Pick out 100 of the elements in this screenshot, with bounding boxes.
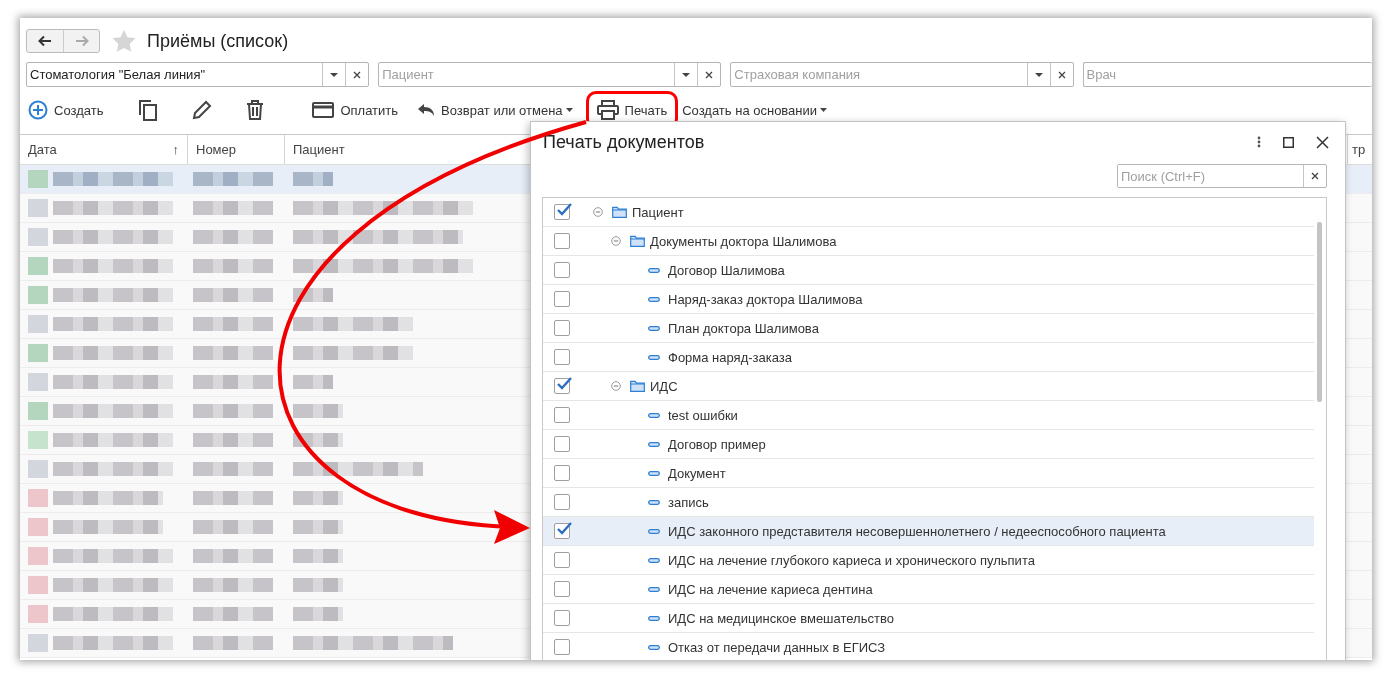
checkbox[interactable] xyxy=(554,320,570,336)
blurred-text xyxy=(293,491,343,505)
filter-input[interactable]: Стоматология "Белая линия" xyxy=(27,63,323,86)
tree-item-label: test ошибки xyxy=(668,407,738,423)
collapse-icon[interactable] xyxy=(611,381,621,391)
document-icon xyxy=(648,296,660,302)
blurred-text xyxy=(293,433,343,447)
folder-icon xyxy=(630,235,645,247)
pencil-icon xyxy=(192,100,213,120)
toolbar-button[interactable]: Создать на основании xyxy=(682,95,837,125)
folder-icon xyxy=(612,206,627,218)
document-icon xyxy=(648,267,660,273)
maximize-icon[interactable] xyxy=(1283,136,1294,148)
toolbar-button[interactable]: Возврат или отмена xyxy=(417,95,582,125)
document-icon xyxy=(648,644,660,650)
star-icon[interactable] xyxy=(112,30,136,52)
column-header[interactable]: Дата ↑ xyxy=(20,135,188,164)
tree-item-label: Форма наряд-заказа xyxy=(668,349,792,365)
tree-row[interactable]: ИДС законного представителя несовершеннолетнего / недееспособного пациента xyxy=(543,517,1314,546)
checkbox[interactable] xyxy=(554,204,570,220)
checkbox[interactable] xyxy=(554,610,570,626)
tree-row[interactable]: Договор пример xyxy=(543,430,1314,459)
tree-row[interactable]: Договор Шалимова xyxy=(543,256,1314,285)
blurred-text xyxy=(293,607,343,621)
filter-input[interactable]: Страховая компания xyxy=(731,63,1027,86)
plus-icon xyxy=(28,100,48,120)
blurred-text xyxy=(293,520,343,534)
toolbar-button[interactable]: Оплатить xyxy=(312,95,408,125)
forward-arrow-icon xyxy=(74,35,89,47)
checkbox[interactable] xyxy=(554,349,570,365)
collapse-icon[interactable] xyxy=(611,236,621,246)
tree-item-label: ИДС на лечение глубокого кариеса и хронического пульпита xyxy=(668,552,1035,568)
filter-field[interactable]: Пациент xyxy=(378,62,722,87)
tree-item-label: Отказ от передачи данных в ЕГИСЗ xyxy=(668,639,886,655)
collapse-icon[interactable] xyxy=(593,207,603,217)
tree-item-label: Пациент xyxy=(632,204,684,220)
filter-input[interactable]: Врач xyxy=(1083,63,1372,86)
tree-item-label: ИДС на медицинское вмешательство xyxy=(668,610,894,626)
document-icon xyxy=(648,557,660,563)
tree-item-label: Договор пример xyxy=(668,436,766,452)
checkbox[interactable] xyxy=(554,523,570,539)
checkbox[interactable] xyxy=(554,494,570,510)
column-header[interactable]: тр xyxy=(1348,135,1372,164)
toolbar-button[interactable]: Печать xyxy=(592,94,672,126)
document-icon xyxy=(648,470,660,476)
tree-row[interactable]: Отказ от передачи данных в ЕГИСЗ xyxy=(543,633,1314,660)
tree-row[interactable]: План доктора Шалимова xyxy=(543,314,1314,343)
blurred-text xyxy=(293,404,343,418)
tree-item-label: ИДС на лечение кариеса дентина xyxy=(668,581,873,597)
toolbar-button[interactable]: Создать xyxy=(28,95,113,125)
tree-item-label: План доктора Шалимова xyxy=(668,320,819,336)
tree-item-label: Договор Шалимова xyxy=(668,262,785,278)
column-header[interactable]: Номер xyxy=(188,135,285,164)
tree-row[interactable]: ИДС на медицинское вмешательство xyxy=(543,604,1314,633)
checkbox[interactable] xyxy=(554,639,570,655)
checkbox[interactable] xyxy=(554,552,570,568)
tree-row[interactable]: test ошибки xyxy=(543,401,1314,430)
blurred-text xyxy=(293,375,333,389)
document-icon xyxy=(648,615,660,621)
tree-row[interactable]: Документы доктора Шалимова xyxy=(543,227,1314,256)
tree-row[interactable]: ИДС на лечение глубокого кариеса и хронического пульпита xyxy=(543,546,1314,575)
back-arrow-icon xyxy=(38,35,52,47)
tree-row[interactable]: Форма наряд-заказа xyxy=(543,343,1314,372)
tree-item-label: запись xyxy=(668,494,709,510)
document-icon xyxy=(648,325,660,331)
tree-item-label: Документы доктора Шалимова xyxy=(650,233,837,249)
reply-icon xyxy=(417,103,436,117)
dialog-title: Печать документов xyxy=(543,131,705,153)
checkbox[interactable] xyxy=(554,378,570,394)
search-field[interactable]: Поиск (Ctrl+F) xyxy=(1117,164,1327,188)
document-icon xyxy=(648,441,660,447)
document-icon xyxy=(648,499,660,505)
checkbox[interactable] xyxy=(554,262,570,278)
checkbox[interactable] xyxy=(554,233,570,249)
tree-row[interactable]: ИДС xyxy=(543,372,1314,401)
checkbox[interactable] xyxy=(554,581,570,597)
window-title: Приёмы (список) xyxy=(147,30,289,52)
filter-field[interactable]: Стоматология "Белая линия" xyxy=(26,62,370,87)
tree-item-label: Наряд-заказ доктора Шалимова xyxy=(668,291,863,307)
filter-input[interactable]: Пациент xyxy=(379,63,675,86)
card-icon xyxy=(312,102,335,118)
blurred-text xyxy=(293,578,343,592)
tree-item-label: ИДС xyxy=(650,378,678,394)
tree-item-label: ИДС законного представителя несовершеннолетнего / недееспособного пациента xyxy=(668,523,1166,539)
more-icon[interactable] xyxy=(1257,136,1261,148)
trash-icon xyxy=(246,100,265,120)
checkbox[interactable] xyxy=(554,436,570,452)
document-icon xyxy=(648,412,660,418)
document-icon xyxy=(648,586,660,592)
filter-field[interactable]: Страховая компания xyxy=(730,62,1074,87)
checkbox[interactable] xyxy=(554,465,570,481)
tree-row[interactable]: Пациент xyxy=(543,198,1314,227)
tree-row[interactable]: ИДС на лечение кариеса дентина xyxy=(543,575,1314,604)
blurred-text xyxy=(293,172,333,186)
checkbox[interactable] xyxy=(554,407,570,423)
checkbox[interactable] xyxy=(554,291,570,307)
close-icon[interactable] xyxy=(1316,135,1329,149)
tree-row[interactable]: Наряд-заказ доктора Шалимова xyxy=(543,285,1314,314)
copy-icon xyxy=(138,99,159,121)
tree-row[interactable]: Документ xyxy=(543,459,1314,488)
